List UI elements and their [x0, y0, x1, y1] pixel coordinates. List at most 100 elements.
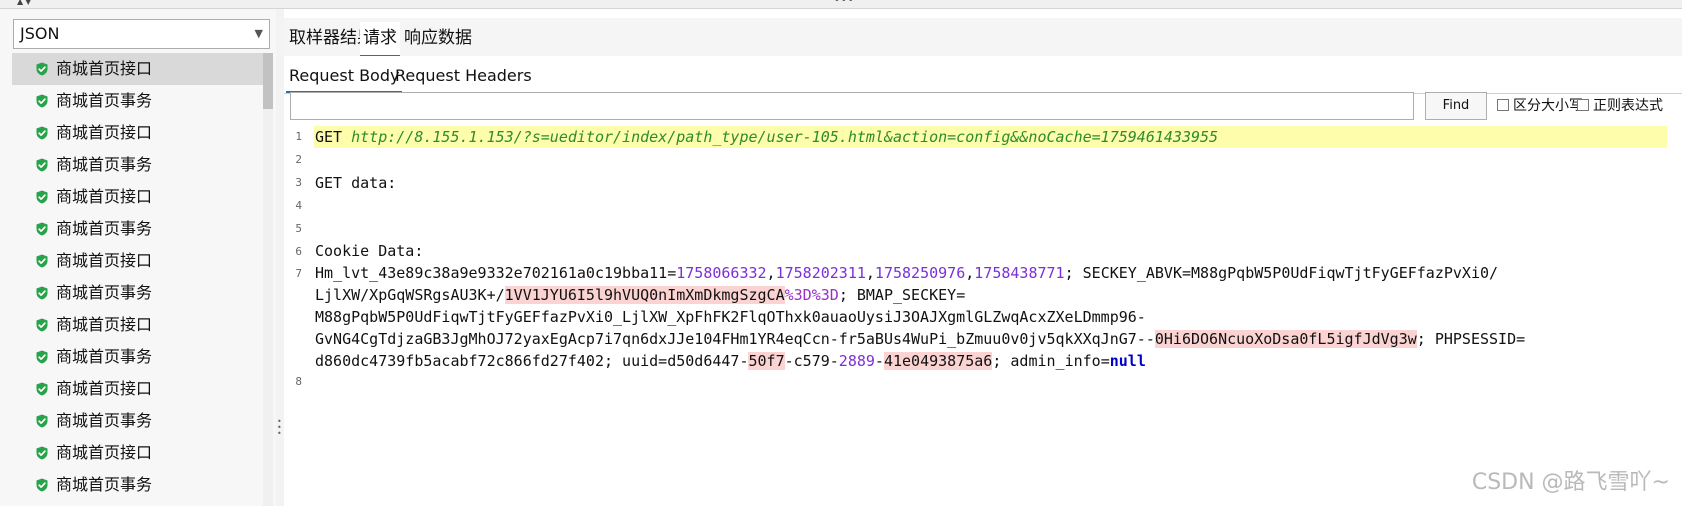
renderer-select-value: JSON — [20, 24, 60, 43]
cookie-line-2: LjlXW/XpGqWSRgsAU3K+/1VV1JYU6I5l9hVUQ0nI… — [315, 284, 965, 306]
renderer-select[interactable]: JSON ▼ — [13, 19, 270, 49]
sample-label: 商城首页接口 — [56, 379, 153, 398]
find-button[interactable]: Find — [1425, 92, 1487, 120]
list-item[interactable]: 商城首页事务 — [12, 277, 264, 309]
tab-response-data[interactable]: 响应数据 — [401, 22, 475, 55]
sample-label: 商城首页接口 — [56, 315, 153, 334]
cookie-number: 1758250976 — [874, 264, 966, 282]
tab-request-body[interactable]: Request Body — [286, 61, 403, 93]
sample-label: 商城首页接口 — [56, 187, 153, 206]
check-shield-icon — [36, 414, 48, 428]
line-number: 5 — [295, 222, 302, 235]
cookie-number: 1758066332 — [676, 264, 767, 282]
cookie-text: ; PHPSESSID= — [1416, 330, 1526, 348]
check-shield-icon — [36, 222, 48, 236]
regex-checkbox[interactable]: 正则表达式 — [1577, 97, 1663, 115]
tab-request-headers[interactable]: Request Headers — [392, 61, 535, 91]
check-shield-icon — [36, 350, 48, 364]
list-item[interactable]: 商城首页事务 — [12, 213, 264, 245]
top-splitter-bar[interactable]: ▲▼ ••• — [0, 0, 1682, 9]
cookie-text: Hm_lvt_43e89c38a9e9332e702161a0c19bba11= — [315, 264, 677, 282]
search-input[interactable] — [290, 92, 1414, 120]
cookie-number: 1758202311 — [775, 264, 866, 282]
list-item[interactable]: 商城首页事务 — [12, 341, 264, 373]
null-literal: null — [1109, 352, 1146, 370]
check-shield-icon — [36, 62, 48, 76]
line-number: 7 — [295, 267, 302, 280]
check-shield-icon — [36, 286, 48, 300]
drag-grip-icon[interactable]: ••• — [834, 0, 855, 6]
check-shield-icon — [36, 382, 48, 396]
list-item[interactable]: 商城首页事务 — [12, 405, 264, 437]
splitter-grip-icon[interactable]: • • • — [277, 418, 282, 438]
case-sensitive-checkbox[interactable]: 区分大小写 — [1497, 97, 1583, 115]
check-shield-icon — [36, 254, 48, 268]
cookie-text: - — [874, 352, 884, 370]
list-item[interactable]: 商城首页接口 — [12, 373, 264, 405]
check-shield-icon — [36, 190, 48, 204]
line-number: 3 — [295, 176, 302, 189]
sample-tree-panel: JSON ▼ 商城首页接口 商城首页事务 商城首页接口 商城首页事务 商城首页接口 商城首… — [0, 9, 277, 506]
list-item[interactable]: 商城首页事务 — [12, 469, 264, 501]
list-item[interactable]: 商城首页事务 — [12, 149, 264, 181]
cookie-number: 2889 — [838, 352, 875, 370]
line-number: 2 — [295, 153, 302, 166]
cookie-encoded: %3D%3D — [784, 286, 839, 304]
cookie-text: d860dc4739fb5acabf72c866fd27f402; uuid=d… — [315, 352, 749, 370]
sample-label: 商城首页事务 — [56, 475, 153, 494]
list-item[interactable]: 商城首页接口 — [12, 245, 264, 277]
collapse-arrows-icon[interactable]: ▲▼ — [17, 0, 33, 6]
cookie-highlight: 1VV1JYU6I5l9hVUQ0nImXmDkmgSzgCA — [504, 286, 785, 304]
line-number: 1 — [295, 130, 302, 143]
watermark: CSDN @路飞雪吖~ — [1471, 470, 1670, 495]
list-item[interactable]: 商城首页接口 — [12, 309, 264, 341]
tab-request[interactable]: 请求 — [360, 22, 400, 57]
sample-label: 商城首页接口 — [56, 251, 153, 270]
code-line-1: GET http://8.155.1.153/?s=ueditor/index/… — [315, 126, 1218, 148]
list-item[interactable]: 商城首页接口 — [12, 53, 264, 85]
checkbox-icon[interactable] — [1577, 99, 1589, 111]
cookie-line-3: M88gPqbW5P0UdFiqwTjtFyGEFfazPvXi0_LjlXW_… — [315, 308, 1146, 326]
cookie-highlight: 41e0493875a6 — [883, 352, 993, 370]
regex-label: 正则表达式 — [1593, 98, 1663, 114]
sample-label: 商城首页事务 — [56, 283, 153, 302]
sample-label: 商城首页接口 — [56, 443, 153, 462]
cookie-highlight: 0Hi6DO6NcuoXoDsa0fL5igfJdVg3w — [1154, 330, 1417, 348]
request-body-editor[interactable]: 1 2 3 4 5 6 7 8 GET http://8.155.1.153/?… — [284, 125, 1682, 506]
line-number: 8 — [295, 375, 302, 388]
check-shield-icon — [36, 94, 48, 108]
case-sensitive-label: 区分大小写 — [1513, 98, 1583, 114]
sample-label: 商城首页事务 — [56, 411, 153, 430]
sample-label: 商城首页事务 — [56, 91, 153, 110]
cookie-text: ; BMAP_SECKEY= — [838, 286, 966, 304]
cookie-text: GvNG4CgTdjzaGB3JgMhOJ72yaxEgAcp7i7qn6dxJ… — [315, 330, 1155, 348]
sample-label: 商城首页事务 — [56, 219, 153, 238]
check-shield-icon — [36, 318, 48, 332]
scrollbar-thumb[interactable] — [263, 53, 273, 109]
list-item[interactable]: 商城首页接口 — [12, 181, 264, 213]
list-item[interactable]: 商城首页接口 — [12, 437, 264, 469]
sample-label: 商城首页事务 — [56, 347, 153, 366]
cookie-line-5: d860dc4739fb5acabf72c866fd27f402; uuid=d… — [315, 350, 1146, 372]
result-detail-panel: 取样器结果 请求 响应数据 Request Body Request Heade… — [284, 9, 1682, 506]
cookie-number: 1758438771 — [974, 264, 1065, 282]
list-item[interactable]: 商城首页接口 — [12, 117, 264, 149]
sample-label: 商城首页接口 — [56, 59, 153, 78]
vertical-scrollbar[interactable] — [263, 53, 273, 506]
code-line-3: GET data: — [315, 174, 397, 192]
panel-splitter[interactable]: • • • — [276, 9, 284, 506]
cookie-text: -c579- — [784, 352, 839, 370]
checkbox-icon[interactable] — [1497, 99, 1509, 111]
main-tabs: 取样器结果 请求 响应数据 — [284, 18, 1682, 57]
cookie-text: ; SECKEY_ABVK=M88gPqbW5P0UdFiqwTjtFyGEFf… — [1064, 264, 1499, 282]
check-shield-icon — [36, 126, 48, 140]
cookie-highlight: 50f7 — [748, 352, 785, 370]
request-sub-tabs: Request Body Request Headers — [284, 56, 1682, 94]
cookie-text: LjlXW/XpGqWSRgsAU3K+/ — [315, 286, 505, 304]
check-shield-icon — [36, 158, 48, 172]
check-shield-icon — [36, 446, 48, 460]
sample-label: 商城首页接口 — [56, 123, 153, 142]
cookie-text: ; admin_info= — [992, 352, 1110, 370]
list-item[interactable]: 商城首页事务 — [12, 85, 264, 117]
chevron-down-icon: ▼ — [254, 27, 263, 40]
